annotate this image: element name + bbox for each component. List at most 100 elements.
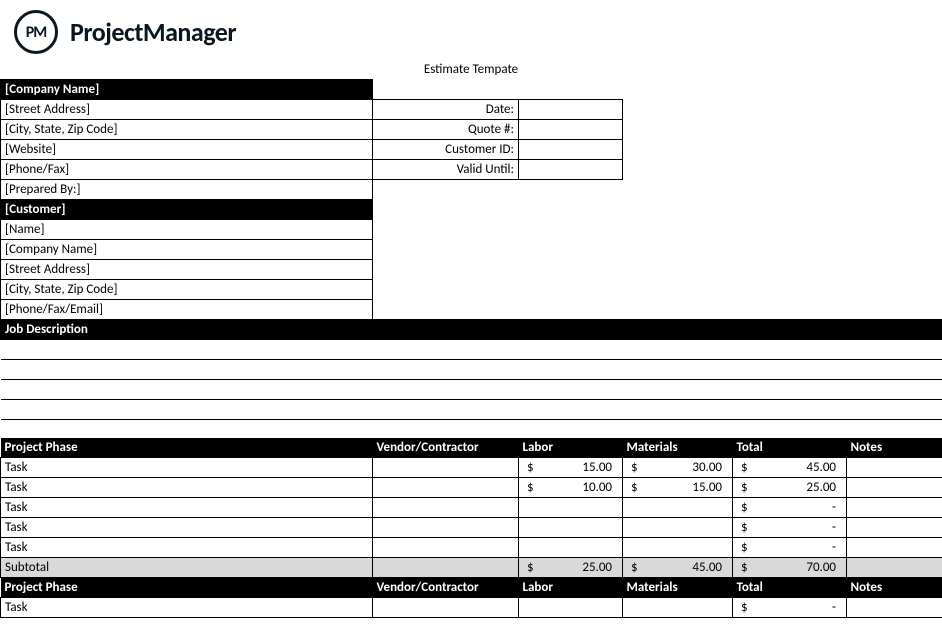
task-label[interactable]: Task [1, 478, 373, 498]
total-subtotal: $70.00 [733, 558, 847, 578]
labor-cell[interactable]: $10.00 [519, 478, 623, 498]
materials-cell[interactable]: $30.00 [623, 458, 733, 478]
meta-validuntil-label: Valid Until: [373, 160, 519, 180]
col-phase: Project Phase [1, 578, 373, 598]
col-phase: Project Phase [1, 438, 373, 458]
notes-cell[interactable] [847, 518, 942, 538]
materials-cell[interactable] [623, 498, 733, 518]
vendor-cell[interactable] [373, 478, 519, 498]
task-label[interactable]: Task [1, 518, 373, 538]
labor-cell[interactable] [519, 598, 623, 618]
company-website[interactable]: [Website] [1, 140, 373, 160]
spacer [373, 300, 942, 320]
total-cell: $- [733, 598, 847, 618]
spacer [373, 280, 942, 300]
notes-cell[interactable] [847, 498, 942, 518]
col-total: Total [733, 578, 847, 598]
total-cell: $- [733, 498, 847, 518]
materials-cell[interactable] [623, 518, 733, 538]
meta-date-label: Date: [373, 100, 519, 120]
company-street[interactable]: [Street Address] [1, 100, 373, 120]
vendor-cell [373, 558, 519, 578]
labor-value: 10.00 [582, 480, 618, 495]
company-preparedby[interactable]: [Prepared By:] [1, 180, 373, 200]
spacer [373, 220, 942, 240]
meta-quote-value[interactable] [519, 120, 623, 140]
currency-symbol: $ [737, 600, 748, 615]
document-title: Estimate Tempate [0, 58, 942, 79]
job-desc-line[interactable] [1, 400, 942, 420]
vendor-cell[interactable] [373, 518, 519, 538]
materials-subtotal: $45.00 [623, 558, 733, 578]
task-label[interactable]: Task [1, 458, 373, 478]
currency-symbol: $ [627, 560, 638, 575]
labor-cell[interactable] [519, 538, 623, 558]
vendor-cell[interactable] [373, 458, 519, 478]
total-value: - [832, 520, 842, 535]
meta-customerid-value[interactable] [519, 140, 623, 160]
labor-value: 15.00 [582, 460, 618, 475]
col-total: Total [733, 438, 847, 458]
total-value: 25.00 [806, 480, 842, 495]
materials-cell[interactable] [623, 538, 733, 558]
vendor-cell[interactable] [373, 598, 519, 618]
job-desc-line[interactable] [1, 360, 942, 380]
job-description-header: Job Description [1, 320, 942, 340]
table-row: Task $- [1, 498, 942, 518]
company-phone[interactable]: [Phone/Fax] [1, 160, 373, 180]
company-city[interactable]: [City, State, Zip Code] [1, 120, 373, 140]
labor-cell[interactable] [519, 498, 623, 518]
currency-symbol: $ [627, 480, 638, 495]
total-value: 70.00 [806, 560, 842, 575]
labor-cell[interactable] [519, 518, 623, 538]
currency-symbol: $ [737, 480, 748, 495]
meta-quote-label: Quote #: [373, 120, 519, 140]
col-vendor: Vendor/Contractor [373, 578, 519, 598]
customer-city[interactable]: [City, State, Zip Code] [1, 280, 373, 300]
col-notes: Notes [847, 438, 942, 458]
customer-street[interactable]: [Street Address] [1, 260, 373, 280]
vendor-cell[interactable] [373, 538, 519, 558]
labor-cell[interactable]: $15.00 [519, 458, 623, 478]
spacer [373, 260, 942, 280]
customer-name[interactable]: [Name] [1, 220, 373, 240]
estimate-sheet: [Company Name] [Street Address] Date: [C… [0, 79, 942, 618]
col-materials: Materials [623, 438, 733, 458]
meta-date-value[interactable] [519, 100, 623, 120]
notes-cell[interactable] [847, 598, 942, 618]
customer-header: [Customer] [1, 200, 373, 220]
brand-header: PM ProjectManager [0, 0, 942, 58]
brand-name: ProjectManager [70, 16, 236, 48]
meta-customerid-label: Customer ID: [373, 140, 519, 160]
currency-symbol: $ [523, 460, 534, 475]
notes-cell[interactable] [847, 478, 942, 498]
col-labor: Labor [519, 438, 623, 458]
notes-cell [847, 558, 942, 578]
brand-badge-text: PM [26, 23, 47, 42]
task-label[interactable]: Task [1, 538, 373, 558]
spacer [373, 180, 942, 200]
job-desc-line[interactable] [1, 340, 942, 360]
task-label[interactable]: Task [1, 598, 373, 618]
col-notes: Notes [847, 578, 942, 598]
spacer [623, 160, 942, 180]
notes-cell[interactable] [847, 458, 942, 478]
notes-cell[interactable] [847, 538, 942, 558]
table-row: Task $- [1, 598, 942, 618]
job-desc-line[interactable] [1, 380, 942, 400]
meta-validuntil-value[interactable] [519, 160, 623, 180]
total-cell: $- [733, 518, 847, 538]
spacer [623, 100, 942, 120]
col-labor: Labor [519, 578, 623, 598]
currency-symbol: $ [627, 460, 638, 475]
currency-symbol: $ [737, 500, 748, 515]
table-row: Task $15.00 $30.00 $45.00 [1, 458, 942, 478]
materials-cell[interactable]: $15.00 [623, 478, 733, 498]
customer-phone[interactable]: [Phone/Fax/Email] [1, 300, 373, 320]
materials-cell[interactable] [623, 598, 733, 618]
customer-company[interactable]: [Company Name] [1, 240, 373, 260]
task-label[interactable]: Task [1, 498, 373, 518]
spacer [1, 420, 942, 438]
total-cell: $45.00 [733, 458, 847, 478]
vendor-cell[interactable] [373, 498, 519, 518]
